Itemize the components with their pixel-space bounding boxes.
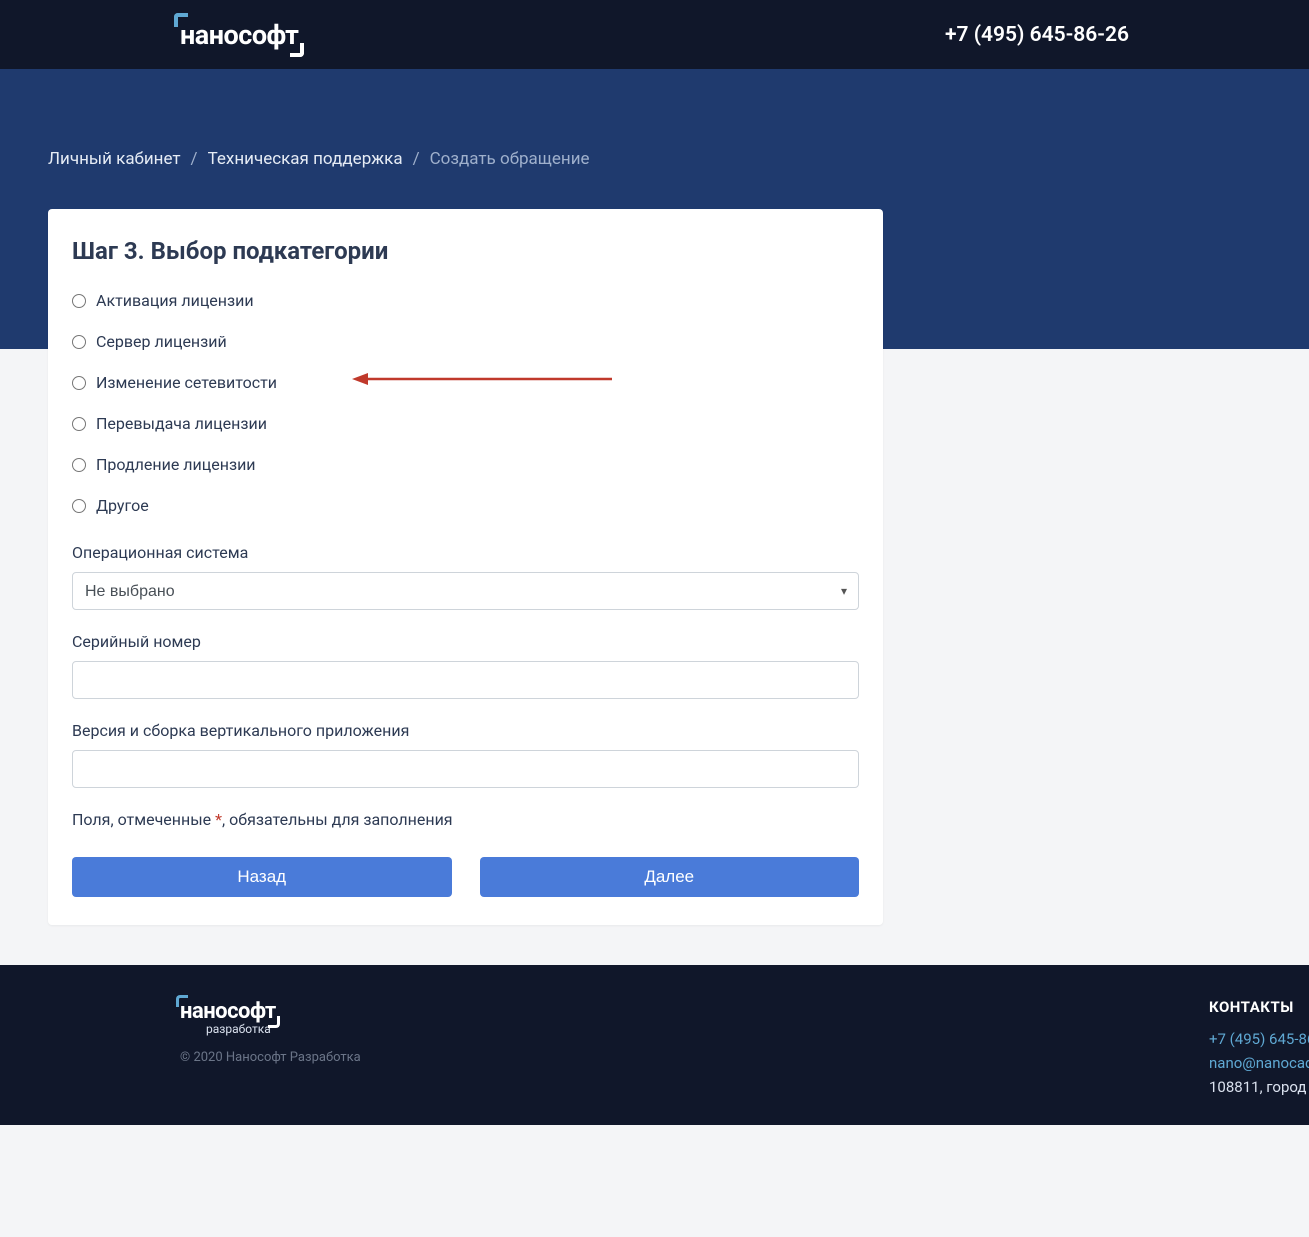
breadcrumb-item-support[interactable]: Техническая поддержка (208, 149, 403, 169)
version-input[interactable] (72, 750, 859, 788)
header-phone[interactable]: +7 (495) 645-86-26 (945, 23, 1129, 47)
required-note-post: , обязательны для заполнения (222, 810, 453, 829)
breadcrumb-item-current: Создать обращение (430, 149, 590, 169)
footer-contacts: КОНТАКТЫ +7 (495) 645-86-26 nano@nanocad… (1209, 995, 1309, 1099)
os-field: Операционная система Не выбрано ▾ (72, 543, 859, 610)
page-footer: нанософт разработка © 2020 Нанософт Разр… (0, 965, 1309, 1125)
os-select[interactable]: Не выбрано (72, 572, 859, 610)
footer-brand-sub: разработка (206, 1022, 1309, 1036)
radio-input[interactable] (72, 458, 86, 472)
footer-contacts-title: КОНТАКТЫ (1209, 995, 1309, 1019)
required-note-pre: Поля, отмеченные (72, 810, 215, 829)
button-row: Назад Далее (72, 857, 859, 897)
radio-input[interactable] (72, 376, 86, 390)
footer-contacts-email[interactable]: nano@nanocad.ru (1209, 1051, 1309, 1075)
os-label: Операционная система (72, 543, 859, 562)
radio-option[interactable]: Сервер лицензий (72, 332, 859, 351)
radio-option[interactable]: Продление лицензии (72, 455, 859, 474)
footer-logo[interactable]: нанософт (180, 999, 276, 1024)
radio-label[interactable]: Сервер лицензий (96, 332, 227, 351)
brand-logo[interactable]: нанософт (180, 19, 298, 51)
required-note: Поля, отмеченные *, обязательны для запо… (72, 810, 859, 829)
breadcrumb-separator: / (191, 149, 198, 169)
serial-label: Серийный номер (72, 632, 859, 651)
radio-input[interactable] (72, 417, 86, 431)
radio-option[interactable]: Активация лицензии (72, 291, 859, 310)
radio-label[interactable]: Изменение сетевитости (96, 373, 277, 392)
form-card: Шаг 3. Выбор подкатегории Активация лице… (48, 209, 883, 925)
next-button[interactable]: Далее (480, 857, 860, 897)
radio-input[interactable] (72, 294, 86, 308)
radio-label[interactable]: Активация лицензии (96, 291, 254, 310)
radio-option[interactable]: Другое (72, 496, 859, 515)
radio-label[interactable]: Перевыдача лицензии (96, 414, 267, 433)
radio-label[interactable]: Другое (96, 496, 149, 515)
bracket-icon (176, 995, 188, 1007)
serial-input[interactable] (72, 661, 859, 699)
bracket-icon (290, 43, 304, 57)
step-title: Шаг 3. Выбор подкатегории (72, 237, 859, 265)
footer-brand-name: нанософт (180, 999, 276, 1024)
radio-label[interactable]: Продление лицензии (96, 455, 256, 474)
radio-option[interactable]: Перевыдача лицензии (72, 414, 859, 433)
version-field: Версия и сборка вертикального приложения (72, 721, 859, 788)
top-header: нанософт +7 (495) 645-86-26 (0, 0, 1309, 69)
breadcrumb-item-account[interactable]: Личный кабинет (48, 149, 181, 169)
breadcrumb: Личный кабинет / Техническая поддержка /… (0, 149, 1309, 169)
breadcrumb-separator: / (413, 149, 420, 169)
required-star: * (215, 810, 222, 829)
version-label: Версия и сборка вертикального приложения (72, 721, 859, 740)
radio-option[interactable]: Изменение сетевитости (72, 373, 859, 392)
radio-input[interactable] (72, 335, 86, 349)
brand-name: нанософт (180, 19, 298, 51)
back-button[interactable]: Назад (72, 857, 452, 897)
bracket-icon (174, 13, 188, 27)
bracket-icon (268, 1016, 280, 1028)
serial-field: Серийный номер (72, 632, 859, 699)
radio-input[interactable] (72, 499, 86, 513)
subcategory-radio-group: Активация лицензии Сервер лицензий Измен… (72, 291, 859, 515)
footer-contacts-phone[interactable]: +7 (495) 645-86-26 (1209, 1027, 1309, 1051)
footer-contacts-address: 108811, город Москва (1209, 1075, 1309, 1099)
footer-copyright: © 2020 Нанософт Разработка (180, 1050, 1309, 1065)
